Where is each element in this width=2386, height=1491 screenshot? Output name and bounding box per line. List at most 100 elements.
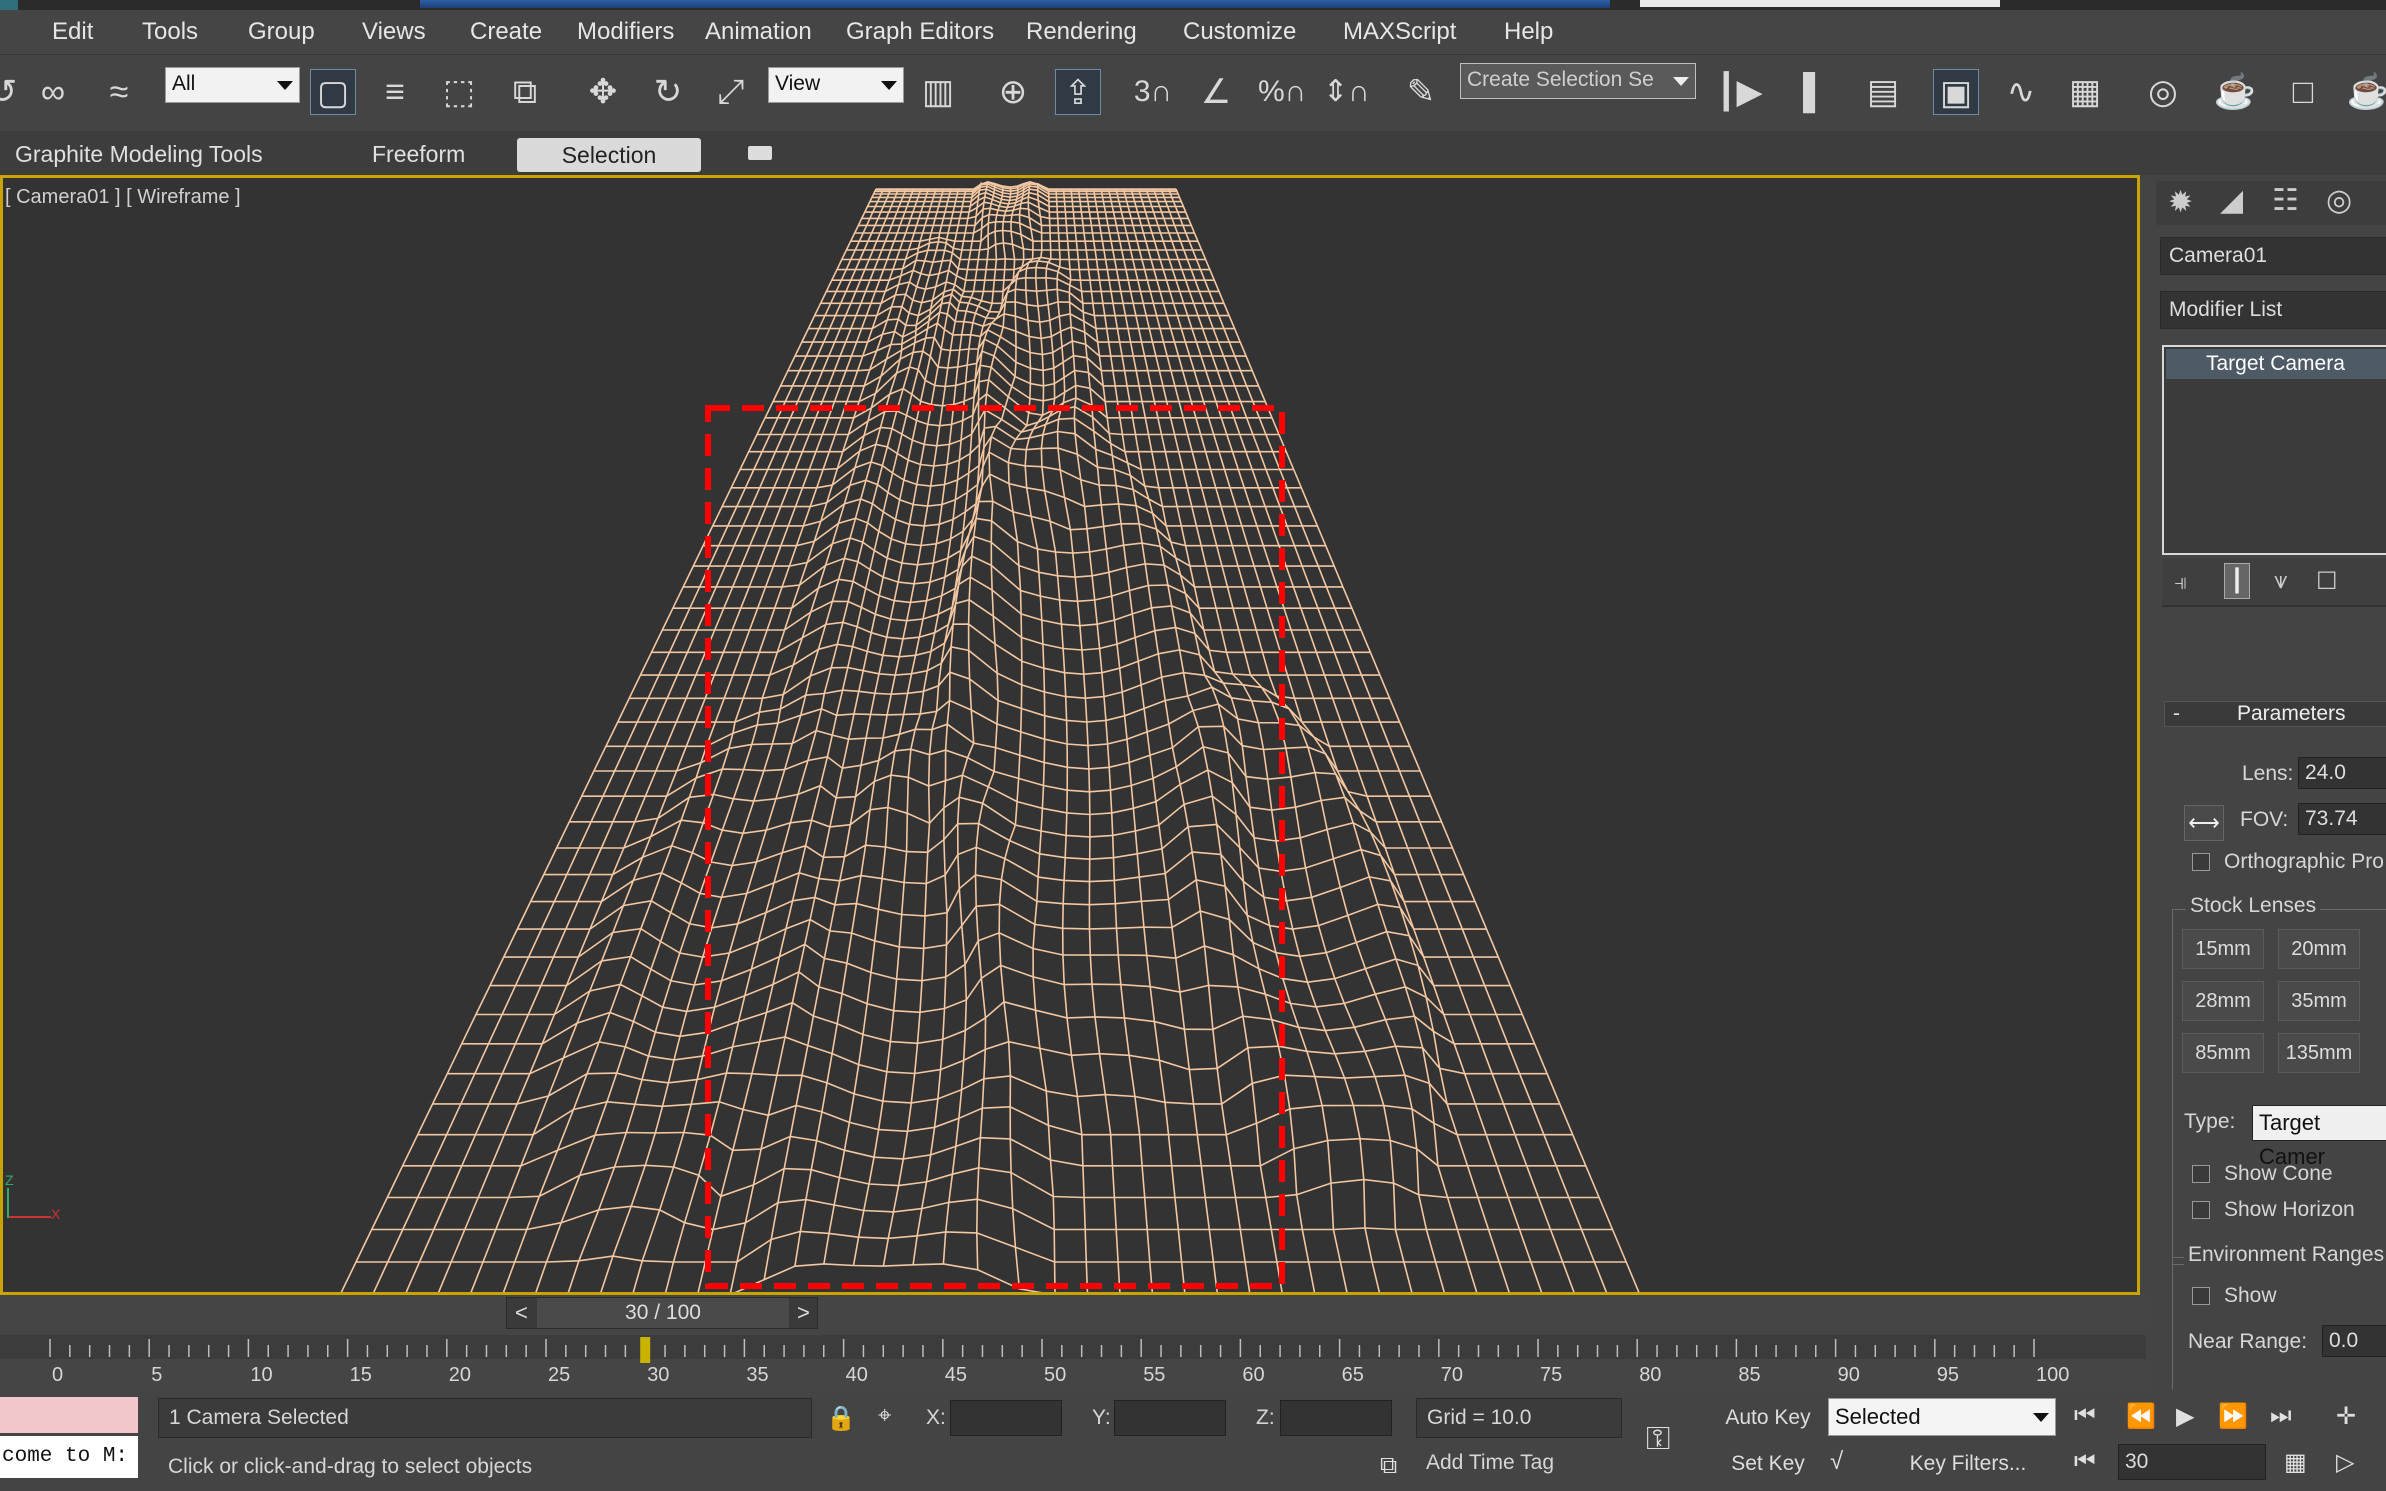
go-to-start-icon[interactable]: ⏮ [2074, 1402, 2096, 1430]
graphite-toggle-icon[interactable]: ▣ [1933, 69, 1979, 115]
keyboard-shortcut-override-icon[interactable]: ⇪ [1055, 69, 1101, 115]
motion-tab-icon[interactable]: ◎ [2326, 183, 2352, 218]
named-selection-set-dropdown[interactable]: Create Selection Se [1460, 63, 1696, 99]
create-tab-icon[interactable]: ✹ [2168, 185, 2193, 220]
unlink-icon[interactable]: ↺ [0, 69, 26, 115]
window-crossing-icon[interactable]: ⧉ [502, 69, 548, 115]
lens-135mm-button[interactable]: 135mm [2278, 1033, 2360, 1073]
mirror-icon[interactable]: ┃▶ [1716, 69, 1763, 115]
move-icon[interactable]: ✥ [580, 69, 626, 115]
lens-85mm-button[interactable]: 85mm [2182, 1033, 2264, 1073]
menu-animation[interactable]: Animation [705, 18, 812, 46]
y-coordinate-field[interactable] [1114, 1400, 1226, 1436]
add-time-tag-button[interactable]: Add Time Tag [1416, 1444, 1622, 1484]
z-coordinate-field[interactable] [1280, 1400, 1392, 1436]
lens-20mm-button[interactable]: 20mm [2278, 929, 2360, 969]
x-coordinate-field[interactable] [950, 1400, 1062, 1436]
env-show-checkbox[interactable] [2192, 1287, 2210, 1305]
rotate-icon[interactable]: ↻ [645, 69, 691, 115]
rectangular-region-icon[interactable]: ⬚ [436, 69, 482, 115]
ribbon-minimize-icon[interactable] [748, 146, 772, 160]
modifier-list-dropdown[interactable]: Modifier List [2160, 291, 2386, 329]
object-name-field[interactable]: Camera01 [2160, 237, 2386, 275]
lens-spinner[interactable]: 24.0 [2298, 757, 2386, 789]
menu-graph-editors[interactable]: Graph Editors [846, 18, 994, 46]
time-tag-icon[interactable]: ⧉ [1380, 1452, 1397, 1480]
key-mode-toggle-icon[interactable]: ⏮ [2074, 1448, 2096, 1476]
parameters-rollout-header[interactable]: - Parameters [2164, 701, 2386, 727]
set-key-button[interactable]: Set Key [1716, 1444, 1820, 1484]
go-to-end-icon[interactable]: ⏭ [2270, 1402, 2292, 1430]
set-key-icon[interactable]: ⚿ [1646, 1420, 1670, 1458]
current-frame-marker[interactable] [640, 1337, 651, 1363]
scale-icon[interactable]: ⤢ [708, 69, 754, 115]
maxscript-listener-top[interactable] [0, 1397, 138, 1433]
maxscript-listener-bottom[interactable]: come to M: [0, 1436, 138, 1478]
show-cone-checkbox[interactable] [2192, 1165, 2210, 1183]
schematic-view-icon[interactable]: ▦ [2062, 69, 2108, 115]
current-frame-field[interactable]: 30 [2118, 1444, 2266, 1480]
bind-space-warp-icon[interactable]: ≈ [96, 69, 142, 115]
fov-spinner[interactable]: 73.74 [2298, 803, 2386, 835]
stack-item-target-camera[interactable]: Target Camera [2166, 349, 2386, 379]
fov-direction-icon[interactable]: ⟷ [2184, 805, 2224, 841]
make-unique-icon[interactable]: ⩛ [2274, 567, 2288, 595]
select-by-name-icon[interactable]: ≡ [372, 69, 418, 115]
lens-15mm-button[interactable]: 15mm [2182, 929, 2264, 969]
menu-create[interactable]: Create [470, 18, 542, 46]
absolute-mode-icon[interactable]: ⌖ [878, 1402, 892, 1430]
align-icon[interactable]: ▐ [1780, 69, 1826, 115]
curve-editor-icon[interactable]: ∿ [1998, 69, 2044, 115]
link-icon[interactable]: ∞ [30, 69, 76, 115]
menu-group[interactable]: Group [248, 18, 315, 46]
material-editor-icon[interactable]: ◎ [2140, 69, 2186, 115]
orbit-icon[interactable]: ▷ [2336, 1448, 2354, 1477]
angle-snap-icon[interactable]: ∠ [1193, 69, 1239, 115]
hierarchy-tab-icon[interactable]: ☷ [2272, 183, 2299, 218]
key-filters-button[interactable]: Key Filters... [1880, 1444, 2056, 1484]
near-range-spinner[interactable]: 0.0 [2322, 1325, 2386, 1357]
menu-customize[interactable]: Customize [1183, 18, 1296, 46]
track-bar[interactable]: 0 5 10 15 20 25 30 35 40 45 50 55 60 65 70 75 80 85 90 95 10… [0, 1295, 2146, 1395]
menu-modifiers[interactable]: Modifiers [577, 18, 674, 46]
default-tangents-icon[interactable]: √ [1830, 1448, 1843, 1476]
percent-snap-icon[interactable]: %∩ [1258, 69, 1306, 115]
menu-rendering[interactable]: Rendering [1026, 18, 1137, 46]
key-mode-dropdown[interactable]: Selected [1828, 1398, 2056, 1436]
camera-viewport[interactable]: [ Camera01 ] [ Wireframe ] X Z [0, 175, 2140, 1295]
play-icon[interactable]: ▶ [2176, 1402, 2194, 1431]
previous-frame-icon[interactable]: ⏪ [2126, 1402, 2156, 1431]
menu-edit[interactable]: Edit [52, 18, 93, 46]
modify-tab-icon[interactable]: ◢ [2220, 183, 2243, 218]
select-manipulate-icon[interactable]: ⊕ [990, 69, 1036, 115]
snaps-toggle-icon[interactable]: 3∩ [1130, 69, 1176, 115]
pivot-center-icon[interactable]: ▥ [915, 69, 961, 115]
tab-selection[interactable]: Selection [517, 138, 701, 172]
edit-named-selection-icon[interactable]: ✎ [1398, 69, 1444, 115]
camera-type-dropdown[interactable]: Target Camer [2252, 1105, 2386, 1169]
menu-tools[interactable]: Tools [142, 18, 198, 46]
select-object-icon[interactable]: ▢ [310, 69, 356, 115]
lens-35mm-button[interactable]: 35mm [2278, 981, 2360, 1021]
spinner-snap-icon[interactable]: ⇕∩ [1323, 69, 1370, 115]
pin-stack-icon[interactable]: ⫣ [2174, 569, 2187, 595]
render-production-icon[interactable]: ☕ [2345, 69, 2386, 115]
tab-freeform[interactable]: Freeform [372, 141, 465, 168]
menu-help[interactable]: Help [1504, 18, 1553, 46]
auto-key-button[interactable]: Auto Key [1716, 1398, 1820, 1438]
menu-maxscript[interactable]: MAXScript [1343, 18, 1456, 46]
tab-graphite-modeling-tools[interactable]: Graphite Modeling Tools [15, 141, 263, 168]
orthographic-checkbox[interactable] [2192, 853, 2210, 871]
show-end-result-icon[interactable]: ┃ [2224, 563, 2250, 599]
rendered-frame-window-icon[interactable]: □ [2280, 69, 2326, 115]
lens-28mm-button[interactable]: 28mm [2182, 981, 2264, 1021]
menu-views[interactable]: Views [362, 18, 426, 46]
time-configuration-icon[interactable]: ▦ [2284, 1448, 2307, 1477]
selection-filter-dropdown[interactable]: All [165, 67, 300, 103]
pan-icon[interactable]: ✛ [2336, 1402, 2356, 1431]
remove-modifier-icon[interactable]: ☐ [2316, 567, 2338, 596]
reference-coord-dropdown[interactable]: View [768, 67, 904, 103]
next-frame-icon[interactable]: ⏩ [2218, 1402, 2248, 1431]
render-setup-icon[interactable]: ☕ [2212, 69, 2258, 115]
lock-selection-icon[interactable]: 🔒 [826, 1404, 856, 1433]
